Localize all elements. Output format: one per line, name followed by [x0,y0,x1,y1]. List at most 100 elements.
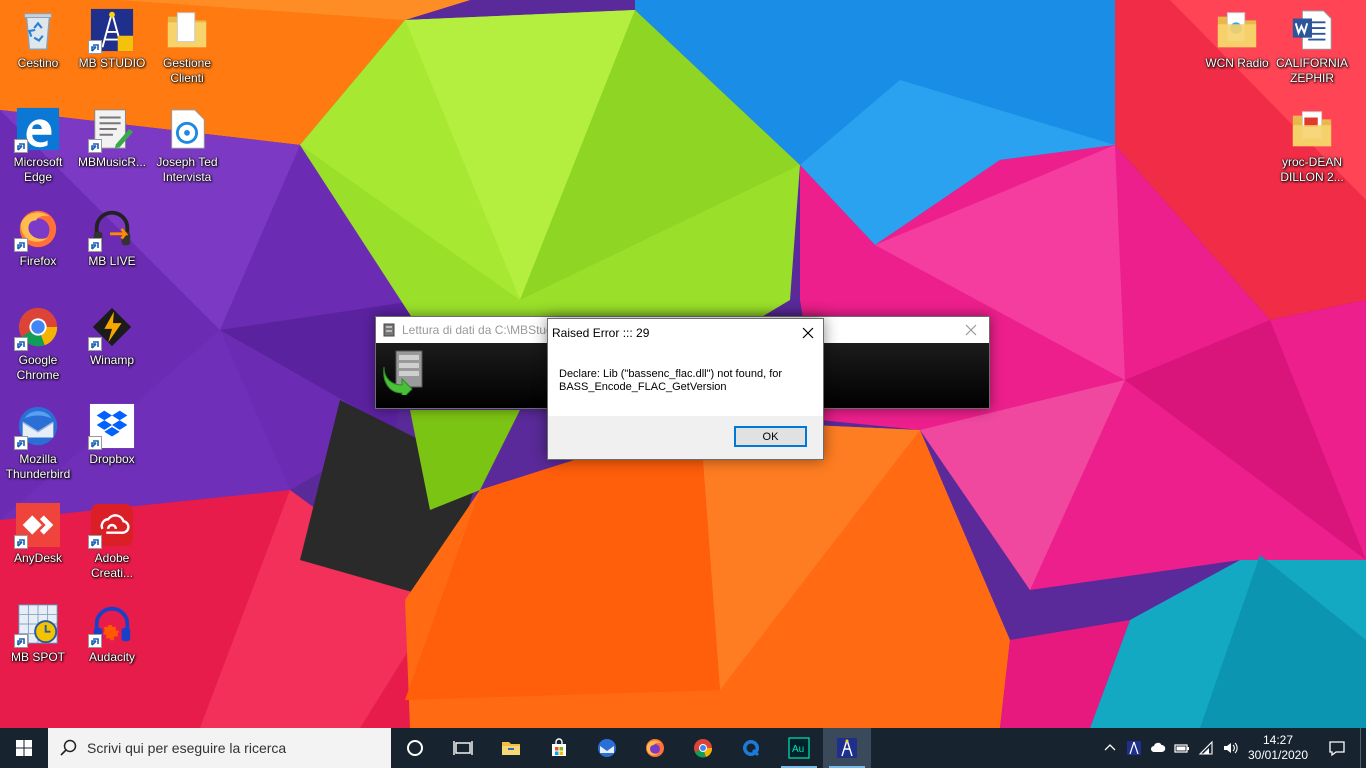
desktop-icon-mb-live[interactable]: MB LIVE [74,204,150,294]
tray-volume[interactable] [1218,728,1242,768]
action-center-button[interactable] [1314,728,1360,768]
taskbar-clock[interactable]: 14:27 30/01/2020 [1242,733,1314,763]
desktop-icon-california-zephir[interactable]: CALIFORNIA ZEPHIR [1274,6,1350,96]
shortcut-arrow-icon [14,634,28,648]
desktop-icon-wcn-radio[interactable]: WCN Radio [1199,6,1275,96]
mb-studio-icon [88,6,136,54]
desktop-icon-label: Adobe Creati... [90,551,133,580]
server-transfer-icon [383,350,423,395]
adobe-cc-icon [88,501,136,549]
shortcut-arrow-icon [14,139,28,153]
chrome-icon [694,739,713,758]
shortcut-arrow-icon [88,634,102,648]
document-edit-icon [88,105,136,153]
shortcut-arrow-icon [88,139,102,153]
taskbar-thunderbird[interactable] [583,728,631,768]
desktop-icon-thunderbird[interactable]: Mozilla Thunderbird [0,402,76,492]
q-app-icon [743,740,760,757]
show-desktop-button[interactable] [1360,728,1366,768]
shortcut-arrow-icon [88,337,102,351]
tray-battery[interactable] [1170,728,1194,768]
desktop-icon-cestino[interactable]: Cestino [0,6,76,96]
desktop-icon-label: Firefox [19,254,57,268]
tray-onedrive[interactable] [1146,728,1170,768]
firefox-icon [14,204,62,252]
desktop-icon-label: WCN Radio [1205,56,1269,70]
tray-mb-studio[interactable] [1122,728,1146,768]
chevron-up-icon [1104,744,1116,751]
desktop-icon-label: AnyDesk [13,551,63,565]
taskbar-mb-studio[interactable] [823,728,871,768]
error-dialog-title: Raised Error ::: 29 [552,325,650,340]
taskbar-audition[interactable]: Au [775,728,823,768]
desktop-icon-label: Dropbox [89,452,135,466]
system-tray: 14:27 30/01/2020 [1098,728,1366,768]
show-hidden-icons-button[interactable] [1098,728,1122,768]
desktop-icon-label: MBMusicR... [77,155,146,169]
taskbar-file-explorer[interactable] [487,728,535,768]
taskbar-q-app[interactable] [727,728,775,768]
desktop-icon-label: MB STUDIO [78,56,146,70]
task-view-icon [453,741,473,755]
shortcut-arrow-icon [14,436,28,450]
ok-button[interactable]: OK [734,426,807,447]
task-view-button[interactable] [439,728,487,768]
desktop-icon-mb-studio[interactable]: MB STUDIO [74,6,150,96]
desktop-icon-dropbox[interactable]: Dropbox [74,402,150,492]
progress-window-close-button[interactable] [953,317,989,343]
desktop-icon-adobe-creative[interactable]: Adobe Creati... [74,501,150,591]
error-dialog-footer: OK [548,416,823,459]
desktop-icon-yroc-dean-dillon[interactable]: yroc-DEAN DILLON 2... [1274,105,1350,195]
speaker-icon [1224,742,1238,754]
shortcut-arrow-icon [88,436,102,450]
taskbar-firefox[interactable] [631,728,679,768]
word-doc-icon [1288,6,1336,54]
taskbar: Scrivi qui per eseguire la ricerca Au 14… [0,728,1366,768]
desktop-icon-gestione-clienti[interactable]: Gestione Clienti [149,6,225,96]
recycle-bin-icon [14,6,62,54]
taskbar-store[interactable] [535,728,583,768]
desktop-icon-label: Winamp [89,353,134,367]
audition-icon: Au [788,737,810,759]
tray-network[interactable] [1194,728,1218,768]
desktop-icon-winamp[interactable]: Winamp [74,303,150,393]
desktop-icon-audacity[interactable]: Audacity [74,600,150,690]
clock-time: 14:27 [1262,733,1294,747]
desktop-icon-firefox[interactable]: Firefox [0,204,76,294]
shortcut-arrow-icon [88,535,102,549]
desktop-icon-google-chrome[interactable]: Google Chrome [0,303,76,393]
search-placeholder: Scrivi qui per eseguire la ricerca [87,740,287,756]
taskbar-search-box[interactable]: Scrivi qui per eseguire la ricerca [48,728,391,768]
folder-icon [1213,6,1261,54]
taskbar-chrome[interactable] [679,728,727,768]
desktop-icon-mbmusicr[interactable]: MBMusicR... [74,105,150,195]
headphones-icon [88,204,136,252]
desktop-icon-label: Audacity [88,650,136,664]
error-dialog: Raised Error ::: 29 Declare: Lib ("basse… [547,318,824,460]
windows-logo-icon [16,740,32,756]
anydesk-icon [14,501,62,549]
desktop-icon-label: Mozilla Thunderbird [5,452,71,481]
shortcut-arrow-icon [14,535,28,549]
wifi-icon [1198,740,1213,755]
error-dialog-titlebar[interactable]: Raised Error ::: 29 [548,319,823,346]
start-button[interactable] [0,728,48,768]
desktop-icon-joseph-ted[interactable]: Joseph Ted Intervista [149,105,225,195]
desktop-icon-microsoft-edge[interactable]: Microsoft Edge [0,105,76,195]
mb-spot-icon [14,600,62,648]
error-dialog-close-button[interactable] [793,319,823,346]
shortcut-arrow-icon [88,40,102,54]
pdf-folder-icon [1288,105,1336,153]
desktop-icon-mb-spot[interactable]: MB SPOT [0,600,76,690]
thunderbird-icon [598,739,616,757]
mb-studio-icon [837,738,857,758]
error-message: Declare: Lib ("bassenc_flac.dll") not fo… [559,368,783,393]
close-icon [965,324,977,336]
progress-window-title: Lettura di dati da C:\MBStudio [402,323,563,337]
cortana-button[interactable] [391,728,439,768]
desktop-icon-label: MB LIVE [88,254,136,268]
desktop-icon-anydesk[interactable]: AnyDesk [0,501,76,591]
desktop-icon-label: Gestione Clienti [162,56,212,85]
audacity-icon [88,600,136,648]
dropbox-icon [88,402,136,450]
